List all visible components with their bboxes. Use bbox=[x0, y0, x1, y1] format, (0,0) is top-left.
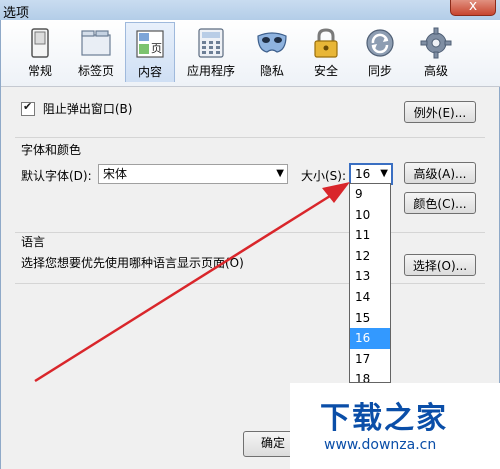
watermark-url: www.downza.cn bbox=[324, 437, 437, 453]
watermark: 下载之家 www.downza.cn bbox=[290, 383, 500, 469]
watermark-title: 下载之家 bbox=[320, 401, 448, 436]
annotation-arrow-shaft bbox=[34, 194, 331, 383]
